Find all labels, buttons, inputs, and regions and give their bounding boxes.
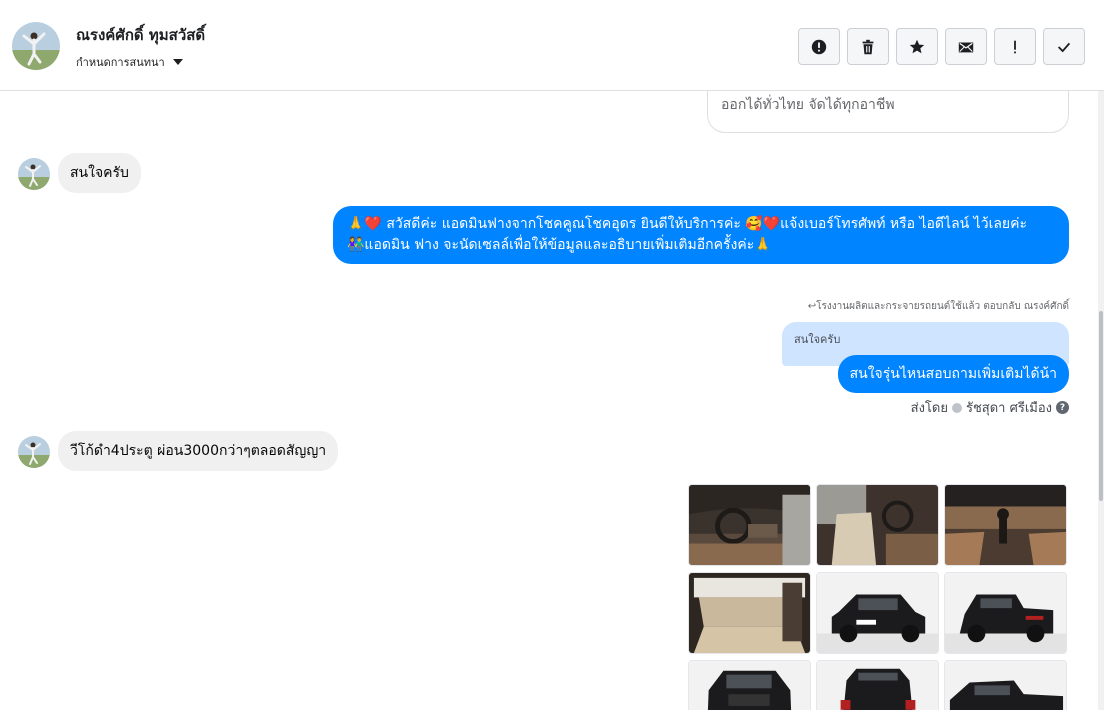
photo-truck-rear[interactable] xyxy=(944,572,1067,654)
thread-scrollbar-thumb[interactable] xyxy=(1099,311,1103,501)
sent-by-name[interactable]: รัชสุดา ศรีเมือง xyxy=(966,397,1052,418)
exclamation-icon xyxy=(1014,40,1016,53)
caret-down-icon xyxy=(172,59,183,65)
reply-context-note: ↩โรงงานผลิตและกระจายรถยนต์ใช้แล้ว ตอบกลั… xyxy=(807,301,1069,312)
mark-done-button[interactable] xyxy=(1043,28,1085,65)
incoming-message[interactable]: สนใจครับ xyxy=(58,153,141,193)
conversation-header: ณรงค์ศักดิ์ ทุมสวัสดิ์ กำหนดการสนทนา xyxy=(0,0,1104,91)
previous-card-text: ออกได้ทั่วไทย จัดได้ทุกอาชีพ xyxy=(721,97,895,113)
contact-avatar-small[interactable] xyxy=(18,158,50,190)
outgoing-message-line: 🙏❤️ สวัสดีค่ะ แอดมินฟางจากโชคคูณโชคอุดร … xyxy=(347,216,1028,232)
contact-avatar[interactable] xyxy=(12,22,60,70)
report-button[interactable] xyxy=(798,28,840,65)
photo-attachments xyxy=(688,484,1069,710)
photo-truck-side[interactable] xyxy=(944,660,1067,710)
photo-truck-front[interactable] xyxy=(816,572,939,654)
conversation-schedule-label: กำหนดการสนทนา xyxy=(76,56,165,69)
contact-avatar-small[interactable] xyxy=(18,436,50,468)
conversation-schedule-dropdown[interactable]: กำหนดการสนทนา xyxy=(76,53,183,71)
message-thread: ออกได้ทั่วไทย จัดได้ทุกอาชีพ สนใจครับ 🙏❤… xyxy=(0,91,1104,710)
outgoing-reply-message[interactable]: สนใจรุ่นไหนสอบถามเพิ่มเติมได้น้า xyxy=(837,355,1069,393)
delete-button[interactable] xyxy=(847,28,889,65)
verified-icon xyxy=(951,402,962,413)
mark-spam-button[interactable] xyxy=(994,28,1036,65)
trash-icon xyxy=(862,39,874,54)
help-icon[interactable]: ? xyxy=(1056,401,1069,414)
star-icon xyxy=(909,39,925,53)
photo-rear-seats[interactable] xyxy=(688,572,811,654)
photo-interior-seats[interactable] xyxy=(816,484,939,566)
photo-truck-back[interactable] xyxy=(816,660,939,710)
sent-by-info: ส่งโดย รัชสุดา ศรีเมือง ? xyxy=(911,397,1069,418)
photo-interior-gearshift[interactable] xyxy=(944,484,1067,566)
outgoing-message-line: 👫แอดมิน ฟาง จะนัดเซลล์เพื่อให้ข้อมูลและอ… xyxy=(347,237,772,253)
quoted-message-text: สนใจครับ xyxy=(794,333,841,346)
sent-by-prefix: ส่งโดย xyxy=(910,401,948,416)
incoming-message[interactable]: วีโก้ดำ4ประตู ผ่อน3000กว่าๆตลอดสัญญา xyxy=(58,431,339,471)
header-actions xyxy=(798,28,1085,65)
star-button[interactable] xyxy=(896,28,938,65)
email-button[interactable] xyxy=(945,28,987,65)
contact-name[interactable]: ณรงค์ศักดิ์ ทุมสวัสดิ์ xyxy=(76,23,205,47)
photo-interior-dashboard[interactable] xyxy=(688,484,811,566)
report-icon xyxy=(811,39,827,54)
envelope-icon xyxy=(958,42,974,52)
check-icon xyxy=(1057,42,1071,52)
outgoing-message[interactable]: 🙏❤️ สวัสดีค่ะ แอดมินฟางจากโชคคูณโชคอุดร … xyxy=(333,206,1069,264)
previous-message-card[interactable]: ออกได้ทั่วไทย จัดได้ทุกอาชีพ xyxy=(707,91,1069,133)
photo-truck-front-2[interactable] xyxy=(688,660,811,710)
thread-scrollbar[interactable] xyxy=(1098,91,1104,710)
